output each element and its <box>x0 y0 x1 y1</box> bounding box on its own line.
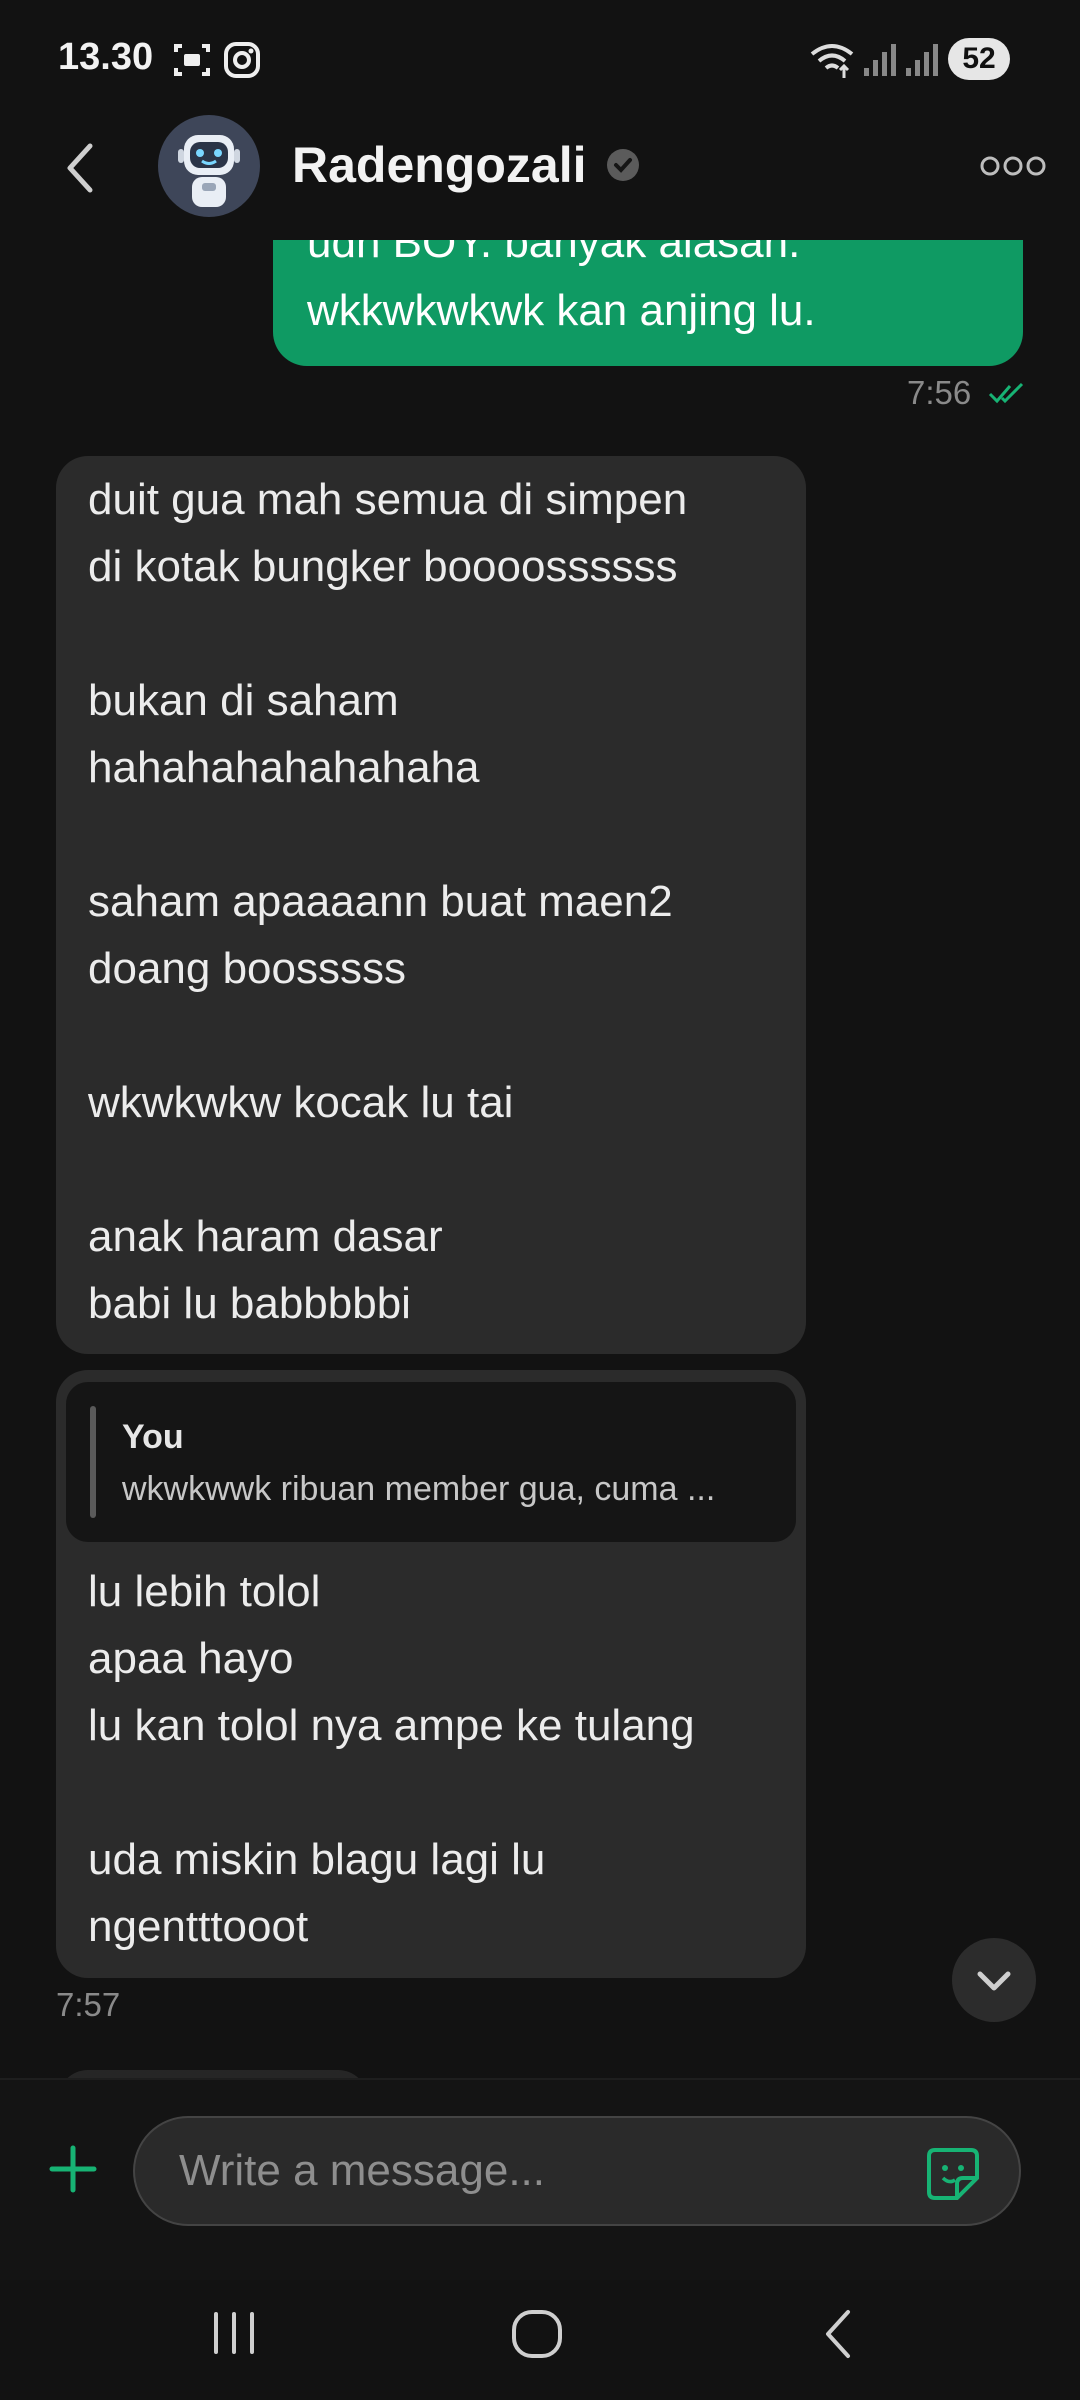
message-line <box>88 600 687 667</box>
message-line: bukan di saham <box>88 676 399 725</box>
incoming-reply-message-bubble[interactable]: You wkwkwwk ribuan member gua, cuma ... … <box>56 1370 806 1978</box>
message-input[interactable]: Write a message... <box>133 2116 1021 2226</box>
message-line: doang boosssss <box>88 944 406 993</box>
chevron-left-icon[interactable] <box>60 140 100 196</box>
message-line: saham apaaaann buat maen2 <box>88 877 673 926</box>
reply-accent-bar <box>90 1406 96 1518</box>
message-line: lu kan tolol nya ampe ke tulang <box>88 1701 695 1750</box>
message-line <box>88 801 687 868</box>
avatar[interactable] <box>158 115 260 217</box>
message-input-placeholder: Write a message... <box>179 2146 545 2195</box>
status-time: 13.30 <box>58 36 154 78</box>
reply-snippet: wkwkwwk ribuan member gua, cuma ... <box>122 1470 716 1508</box>
scroll-to-bottom-button[interactable] <box>952 1938 1036 2022</box>
message-line: duit gua mah semua di simpen <box>88 475 688 524</box>
robot-avatar-icon <box>178 135 240 207</box>
plus-icon[interactable] <box>48 2144 98 2194</box>
message-line <box>88 1759 695 1826</box>
back-nav-icon[interactable] <box>818 2306 858 2362</box>
battery-indicator: 52 <box>948 38 1010 80</box>
message-line <box>88 1002 687 1069</box>
status-bar: 13.30 52 <box>0 0 1080 120</box>
message-line: anak haram dasar <box>88 1212 443 1261</box>
signal-icon-2 <box>906 44 938 76</box>
more-options-icon[interactable] <box>980 154 1046 178</box>
signal-icon-1 <box>864 44 896 76</box>
message-line: wkwkwkw kocak lu tai <box>88 1078 514 1127</box>
message-line: hahahahahahahaha <box>88 743 480 792</box>
outgoing-message-bubble[interactable]: udh BOY. banyak alasan. wkkwkwkwk kan an… <box>273 240 1023 366</box>
message-line <box>88 1136 687 1203</box>
home-icon[interactable] <box>510 2308 564 2360</box>
reply-author: You <box>122 1418 184 1456</box>
instagram-icon <box>224 42 260 78</box>
message-line: ngentttooot <box>88 1902 309 1951</box>
screen-record-icon <box>174 44 210 76</box>
contact-name[interactable]: Radengozali <box>292 136 586 194</box>
message-line: babi lu babbbbbi <box>88 1279 411 1328</box>
message-line: wkkwkwkwk kan anjing lu. <box>307 286 816 335</box>
chevron-down-icon <box>977 1971 1011 1991</box>
recent-apps-icon[interactable] <box>208 2310 260 2356</box>
message-line: udh BOY. banyak alasan. <box>307 240 801 267</box>
message-timestamp: 7:56 <box>907 374 972 411</box>
incoming-message-bubble[interactable]: duit gua mah semua di simpen di kotak bu… <box>56 456 806 1354</box>
verified-badge-icon <box>607 149 639 181</box>
message-timestamp: 7:57 <box>56 1986 121 2023</box>
message-line: lu lebih tolol <box>88 1567 321 1616</box>
message-line: uda miskin blagu lagi lu <box>88 1835 546 1884</box>
message-body: duit gua mah semua di simpen di kotak bu… <box>88 466 687 1337</box>
sticker-icon[interactable] <box>925 2146 981 2202</box>
reply-preview[interactable]: You wkwkwwk ribuan member gua, cuma ... <box>66 1382 796 1542</box>
message-line: apaa hayo <box>88 1634 294 1683</box>
double-check-icon <box>988 382 1024 404</box>
wifi-icon <box>810 44 854 78</box>
message-body: lu lebih tolol apaa hayo lu kan tolol ny… <box>88 1558 695 1960</box>
message-line: di kotak bungker boooossssss <box>88 542 678 591</box>
